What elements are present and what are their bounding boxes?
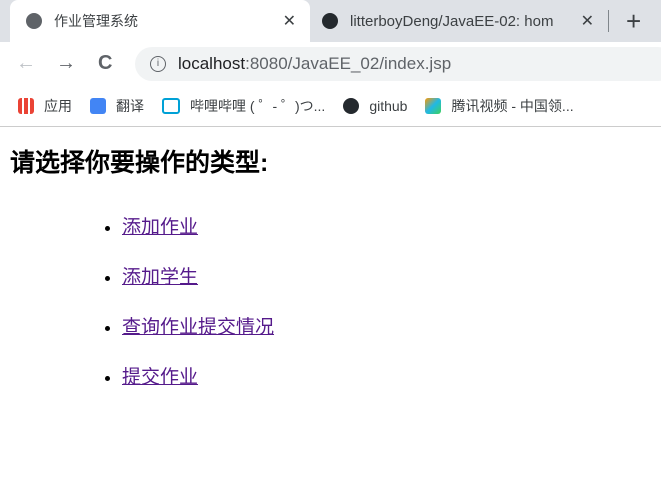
- add-student-link[interactable]: 添加学生: [122, 267, 198, 288]
- github-icon: [322, 13, 338, 29]
- url-path: :8080/JavaEE_02/index.jsp: [245, 54, 452, 73]
- bilibili-icon: [162, 98, 180, 114]
- tab-title: 作业管理系统: [54, 13, 138, 29]
- address-bar[interactable]: i localhost:8080/JavaEE_02/index.jsp: [135, 47, 661, 81]
- bookmark-label: 应用: [44, 98, 72, 114]
- tab-active[interactable]: 作业管理系统 ✕: [10, 0, 310, 42]
- query-submissions-link[interactable]: 查询作业提交情况: [122, 317, 274, 338]
- url-host: localhost: [178, 54, 246, 73]
- tab-bar: 作业管理系统 ✕ litterboyDeng/JavaEE-02: hom ✕ …: [0, 0, 661, 42]
- tab-title: litterboyDeng/JavaEE-02: hom: [350, 12, 554, 30]
- bookmarks-bar: 应用 翻译 哔哩哔哩 ( ゜- ゜)つ... github 腾讯视频 - 中国领…: [0, 86, 661, 127]
- bookmark-bilibili[interactable]: 哔哩哔哩 ( ゜- ゜)つ...: [162, 96, 325, 116]
- add-homework-link[interactable]: 添加作业: [122, 217, 198, 238]
- page-heading: 请选择你要操作的类型:: [10, 149, 269, 177]
- bookmark-label: github: [369, 98, 408, 114]
- back-button[interactable]: ←: [16, 52, 36, 75]
- submit-homework-link[interactable]: 提交作业: [122, 367, 198, 388]
- close-tab-icon[interactable]: ✕: [283, 11, 296, 31]
- globe-icon: [26, 13, 42, 29]
- forward-button[interactable]: →: [56, 52, 76, 75]
- new-tab-button[interactable]: +: [626, 6, 641, 37]
- bookmark-apps[interactable]: 应用: [18, 96, 72, 116]
- tab-separator: [608, 10, 609, 32]
- tencent-video-icon: [425, 98, 442, 114]
- github-icon: [343, 98, 360, 114]
- apps-icon: [18, 98, 34, 114]
- list-item: 添加学生: [122, 262, 274, 288]
- operation-list: 添加作业 添加学生 查询作业提交情况 提交作业: [82, 212, 274, 412]
- bookmark-tencent-video[interactable]: 腾讯视频 - 中国领...: [425, 96, 574, 116]
- bookmark-github[interactable]: github: [343, 98, 407, 114]
- bookmark-label: 哔哩哔哩 ( ゜- ゜)つ...: [190, 98, 326, 114]
- list-item: 查询作业提交情况: [122, 312, 274, 338]
- bookmark-translate[interactable]: 翻译: [90, 96, 144, 116]
- translate-icon: [90, 98, 106, 114]
- bookmark-label: 腾讯视频 - 中国领...: [451, 98, 574, 114]
- tab-github[interactable]: litterboyDeng/JavaEE-02: hom ✕: [312, 0, 612, 42]
- close-tab-icon[interactable]: ✕: [581, 11, 594, 31]
- info-icon[interactable]: i: [150, 56, 166, 72]
- list-item: 添加作业: [122, 212, 274, 238]
- bookmark-label: 翻译: [116, 98, 144, 114]
- list-item: 提交作业: [122, 362, 274, 388]
- reload-button[interactable]: C: [98, 52, 112, 75]
